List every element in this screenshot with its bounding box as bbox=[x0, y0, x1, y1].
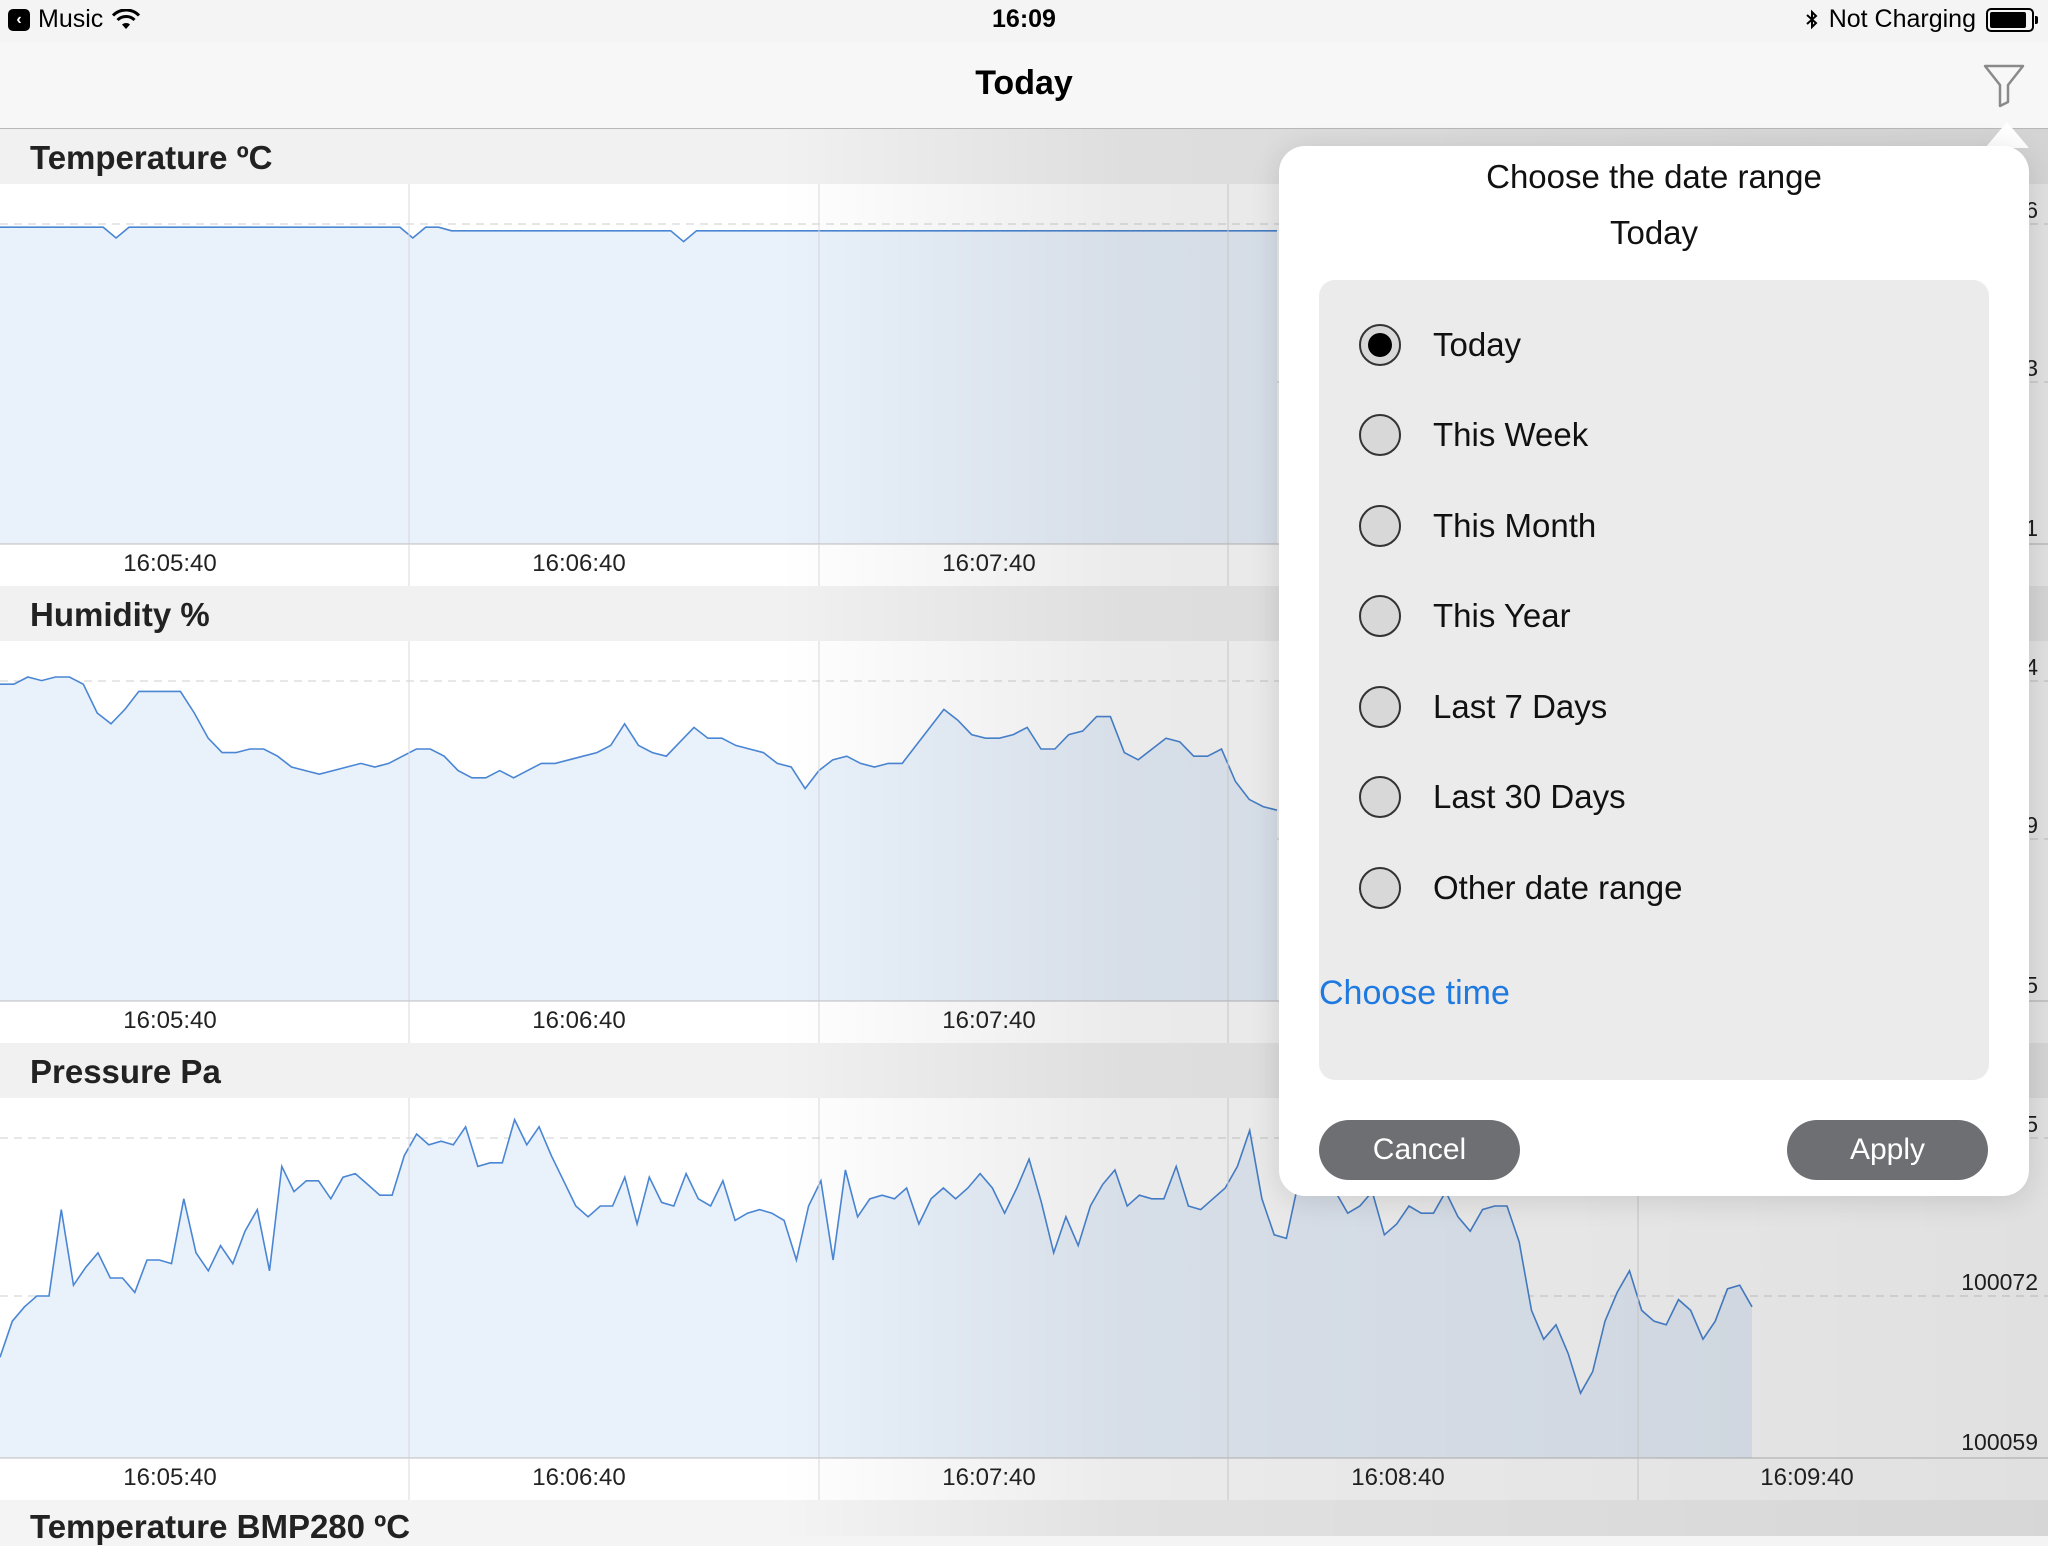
chart-title: Pressure Pa bbox=[30, 1053, 221, 1090]
option-this-month[interactable]: This Month bbox=[1359, 501, 1596, 551]
option-last-7-days[interactable]: Last 7 Days bbox=[1359, 682, 1607, 732]
date-range-options: Today This Week This Month This Year Las… bbox=[1319, 280, 1989, 1080]
popover-title: Choose the date range bbox=[1486, 158, 1822, 195]
x-tick-label: 16:05:40 bbox=[123, 1464, 217, 1491]
chart-title: Temperature BMP280 ºC bbox=[30, 1508, 411, 1545]
x-tick-label: 16:05:40 bbox=[123, 1007, 217, 1034]
y-label: 100059 bbox=[1961, 1429, 2038, 1455]
navigation-bar: Today bbox=[0, 42, 2048, 129]
x-tick-label: 16:07:40 bbox=[942, 1007, 1036, 1034]
status-time: 16:09 bbox=[992, 5, 1056, 33]
series-area bbox=[0, 227, 1277, 544]
radio-selected-icon[interactable] bbox=[1359, 324, 1401, 366]
option-label: This Week bbox=[1433, 416, 1589, 453]
x-tick-label: 16:07:40 bbox=[942, 1464, 1036, 1491]
chart-title: Temperature ºC bbox=[30, 139, 273, 176]
apply-button[interactable]: Apply bbox=[1787, 1120, 1988, 1180]
bmp280-chart-section: Temperature BMP280 ºC bbox=[0, 1500, 2048, 1545]
charging-status: Not Charging bbox=[1828, 5, 1976, 33]
option-label: This Month bbox=[1433, 507, 1597, 544]
radio-icon[interactable] bbox=[1359, 867, 1401, 909]
x-tick-label: 16:07:40 bbox=[942, 550, 1036, 577]
cancel-button[interactable]: Cancel bbox=[1319, 1120, 1520, 1180]
x-tick-label: 16:06:40 bbox=[532, 1464, 626, 1491]
x-tick-label: 16:06:40 bbox=[532, 1007, 626, 1034]
x-tick-label: 16:08:40 bbox=[1351, 1464, 1445, 1491]
x-tick-label: 16:06:40 bbox=[532, 550, 626, 577]
option-label: Last 7 Days bbox=[1433, 688, 1608, 725]
popover-subtitle: Today bbox=[1609, 214, 1699, 251]
bluetooth-icon bbox=[1806, 9, 1818, 29]
option-today[interactable]: Today bbox=[1359, 320, 1521, 370]
option-other-date-range[interactable]: Other date range bbox=[1359, 863, 1683, 913]
popover-arrow bbox=[1985, 122, 2029, 148]
page-title: Today bbox=[975, 64, 1073, 102]
option-label: Last 30 Days bbox=[1433, 778, 1626, 815]
option-label: Today bbox=[1433, 326, 1522, 363]
date-range-popover: Choose the date range Today Today This W… bbox=[1279, 146, 2029, 1196]
radio-icon[interactable] bbox=[1359, 776, 1401, 818]
choose-time-link[interactable]: Choose time bbox=[1319, 974, 1510, 1013]
radio-icon[interactable] bbox=[1359, 595, 1401, 637]
x-tick-label: 16:09:40 bbox=[1760, 1464, 1854, 1491]
option-this-year[interactable]: This Year bbox=[1359, 591, 1571, 641]
option-last-30-days[interactable]: Last 30 Days bbox=[1359, 772, 1626, 822]
y-label: 100072 bbox=[1961, 1269, 2038, 1295]
radio-icon[interactable] bbox=[1359, 686, 1401, 728]
radio-icon[interactable] bbox=[1359, 505, 1401, 547]
filter-icon[interactable] bbox=[1982, 62, 2026, 108]
option-this-week[interactable]: This Week bbox=[1359, 410, 1588, 460]
chart-title: Humidity % bbox=[30, 596, 210, 633]
status-bar: ‹ Music 16:09 Not Charging bbox=[0, 0, 2048, 42]
x-tick-label: 16:05:40 bbox=[123, 550, 217, 577]
battery-icon bbox=[1986, 7, 2038, 32]
radio-icon[interactable] bbox=[1359, 414, 1401, 456]
option-label: This Year bbox=[1433, 597, 1571, 634]
option-label: Other date range bbox=[1433, 869, 1683, 906]
